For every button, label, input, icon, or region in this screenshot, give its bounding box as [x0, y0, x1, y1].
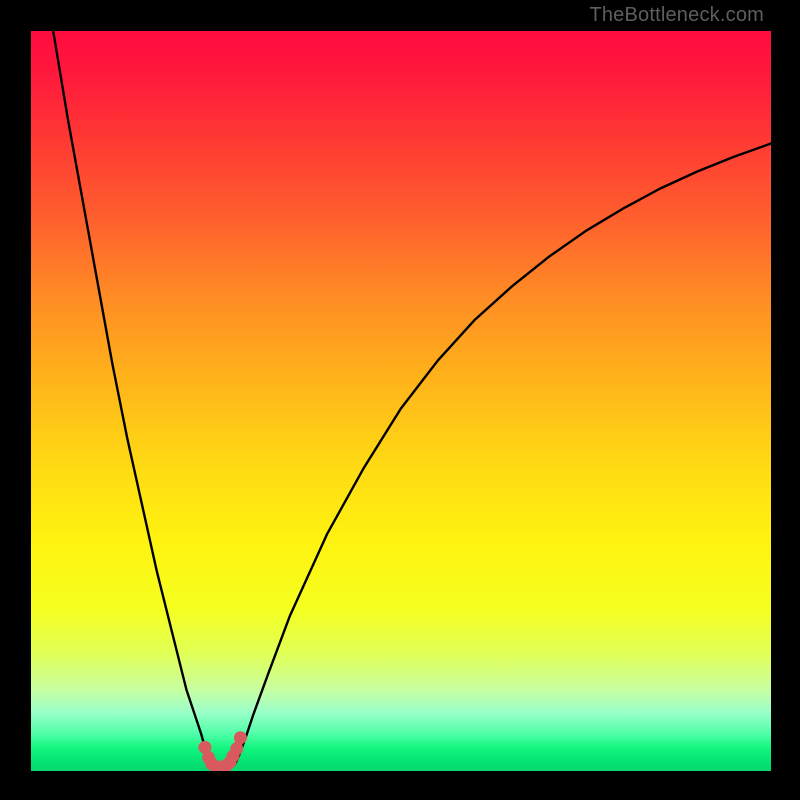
watermark-text: TheBottleneck.com: [589, 4, 764, 27]
marker-dot: [234, 731, 247, 744]
marker-group: [198, 731, 247, 771]
chart-svg: [31, 31, 771, 771]
curve-right-branch: [235, 143, 772, 765]
curve-left-branch: [53, 31, 212, 765]
curve-group: [53, 31, 771, 765]
marker-dot: [230, 742, 243, 755]
outer-frame: TheBottleneck.com: [0, 0, 800, 800]
plot-area: [31, 31, 771, 771]
